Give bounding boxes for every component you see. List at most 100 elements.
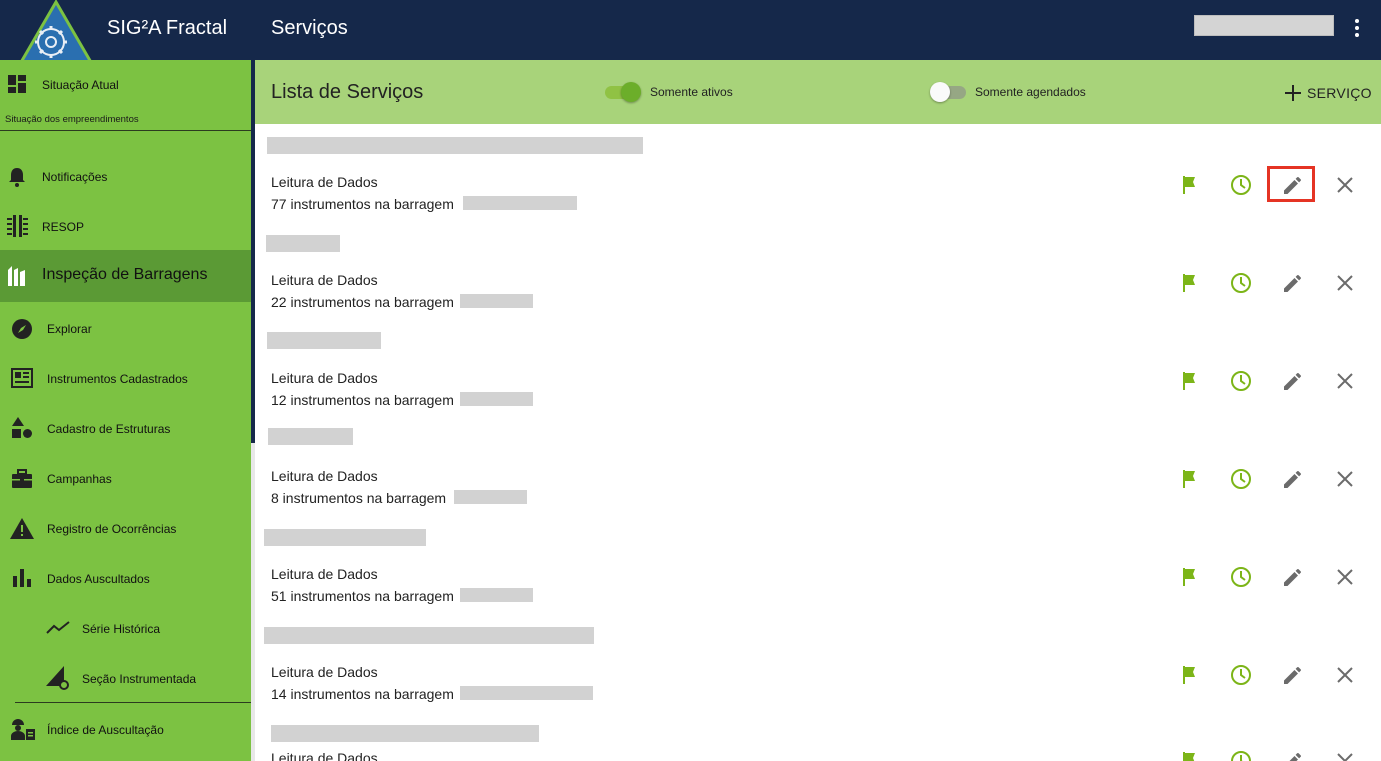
service-type: Leitura de Dados xyxy=(271,664,378,680)
flag-icon[interactable] xyxy=(1177,369,1201,393)
close-icon[interactable] xyxy=(1333,467,1357,491)
close-icon[interactable] xyxy=(1333,565,1357,589)
clock-icon[interactable] xyxy=(1229,173,1253,197)
pencil-icon[interactable] xyxy=(1281,467,1305,491)
service-name-redacted xyxy=(271,725,539,742)
sidebar-item-label: Série Histórica xyxy=(82,622,161,636)
sidebar: Situação Atual Situação dos empreendimen… xyxy=(0,60,251,761)
service-name-redacted xyxy=(264,529,426,546)
service-type: Leitura de Dados xyxy=(271,370,378,386)
sidebar-item-label: Situação Atual xyxy=(42,78,119,92)
service-type: Leitura de Dados xyxy=(271,272,378,288)
page-title: Serviços xyxy=(271,17,348,39)
section-gear-icon xyxy=(46,666,69,690)
plus-icon xyxy=(1285,85,1301,101)
close-icon[interactable] xyxy=(1333,749,1357,761)
service-row[interactable]: Leitura de Dados 22 instrumentos na barr… xyxy=(255,233,1381,331)
sidebar-item-label: Explorar xyxy=(47,322,92,336)
sidebar-item-campanhas[interactable]: Campanhas xyxy=(0,462,251,494)
service-type: Leitura de Dados xyxy=(271,750,378,761)
close-icon[interactable] xyxy=(1333,369,1357,393)
flag-icon[interactable] xyxy=(1177,271,1201,295)
clock-icon[interactable] xyxy=(1229,467,1253,491)
close-icon[interactable] xyxy=(1333,173,1357,197)
pencil-icon[interactable] xyxy=(1281,271,1305,295)
sidebar-item-label: Índice de Auscultação xyxy=(47,723,164,737)
sidebar-item-label: Cadastro de Estruturas xyxy=(47,422,171,436)
list-header: Lista de Serviços Somente ativos Somente… xyxy=(255,60,1381,124)
sidebar-item-secao-instrumentada[interactable]: Seção Instrumentada xyxy=(0,662,251,694)
divider xyxy=(0,130,251,131)
sidebar-item-situacao-atual[interactable]: Situação Atual xyxy=(0,70,251,100)
only-active-label: Somente ativos xyxy=(650,85,733,99)
service-row[interactable]: Leitura de Dados xyxy=(255,723,1381,761)
close-icon[interactable] xyxy=(1333,663,1357,687)
clock-icon[interactable] xyxy=(1229,565,1253,589)
sidebar-item-label: Seção Instrumentada xyxy=(82,672,197,686)
close-icon[interactable] xyxy=(1333,271,1357,295)
flag-icon[interactable] xyxy=(1177,467,1201,491)
service-description: 22 instrumentos na barragem xyxy=(271,294,454,310)
service-row[interactable]: Leitura de Dados 12 instrumentos na barr… xyxy=(255,331,1381,429)
sidebar-item-inspecao-de-barragens[interactable]: Inspeção de Barragens xyxy=(0,250,251,302)
logo-icon[interactable] xyxy=(18,0,94,66)
flag-icon[interactable] xyxy=(1177,663,1201,687)
sidebar-item-instrumentos-cadastrados[interactable]: Instrumentos Cadastrados xyxy=(0,362,251,394)
sidebar-item-label: Notificações xyxy=(42,170,108,184)
compass-icon xyxy=(12,319,32,339)
service-name-redacted xyxy=(266,235,340,252)
briefcase-icon xyxy=(12,469,32,488)
instruments-icon xyxy=(11,368,33,388)
clock-icon[interactable] xyxy=(1229,749,1253,761)
pencil-icon[interactable] xyxy=(1281,663,1305,687)
service-name-redacted xyxy=(268,428,353,445)
only-scheduled-label: Somente agendados xyxy=(975,85,1086,99)
sidebar-item-label: Dados Auscultados xyxy=(47,572,150,586)
dam-name-redacted xyxy=(460,588,533,602)
service-type: Leitura de Dados xyxy=(271,566,378,582)
sidebar-item-label: Instrumentos Cadastrados xyxy=(47,372,188,386)
sidebar-item-label: Campanhas xyxy=(47,472,112,486)
dam-name-redacted xyxy=(460,392,533,406)
flag-icon[interactable] xyxy=(1177,173,1201,197)
only-active-toggle[interactable] xyxy=(605,82,641,102)
sidebar-item-resop[interactable]: RESOP xyxy=(0,210,251,242)
service-type: Leitura de Dados xyxy=(271,174,378,190)
clock-icon[interactable] xyxy=(1229,271,1253,295)
bar-chart-icon xyxy=(13,569,31,587)
sidebar-item-label: RESOP xyxy=(42,220,85,234)
service-row[interactable]: Leitura de Dados 51 instrumentos na barr… xyxy=(255,527,1381,625)
service-name-redacted xyxy=(267,332,381,349)
service-row[interactable]: Leitura de Dados 77 instrumentos na barr… xyxy=(255,135,1381,233)
clock-icon[interactable] xyxy=(1229,369,1253,393)
service-name-redacted xyxy=(264,627,594,644)
sidebar-item-serie-historica[interactable]: Série Histórica xyxy=(0,612,251,644)
sidebar-item-registro-de-ocorrencias[interactable]: Registro de Ocorrências xyxy=(0,512,251,544)
sidebar-item-dados-auscultados[interactable]: Dados Auscultados xyxy=(0,562,251,594)
flag-icon[interactable] xyxy=(1177,749,1201,761)
service-row[interactable]: Leitura de Dados 8 instrumentos na barra… xyxy=(255,428,1381,527)
pencil-icon[interactable] xyxy=(1281,369,1305,393)
user-name-redacted[interactable] xyxy=(1194,15,1334,36)
service-description: 77 instrumentos na barragem xyxy=(271,196,454,212)
sidebar-item-indice-de-auscultacao[interactable]: Índice de Auscultação xyxy=(0,713,251,745)
sidebar-item-explorar[interactable]: Explorar xyxy=(0,312,251,344)
dam-name-redacted xyxy=(460,686,593,700)
sidebar-item-cadastro-de-estruturas[interactable]: Cadastro de Estruturas xyxy=(0,412,251,444)
dam-name-redacted xyxy=(460,294,533,308)
sidebar-item-label: Registro de Ocorrências xyxy=(47,522,177,536)
add-service-button[interactable]: SERVIÇO xyxy=(1285,82,1372,104)
sidebar-item-label: Inspeção de Barragens xyxy=(42,266,208,283)
service-type: Leitura de Dados xyxy=(271,468,378,484)
engineer-icon xyxy=(11,719,35,740)
pencil-icon[interactable] xyxy=(1281,565,1305,589)
flag-icon[interactable] xyxy=(1177,565,1201,589)
more-options-icon[interactable] xyxy=(1345,16,1369,40)
pencil-icon[interactable] xyxy=(1281,749,1305,761)
edit-highlight-box xyxy=(1267,166,1315,202)
sidebar-item-notificacoes[interactable]: Notificações xyxy=(0,160,251,192)
sidebar-item-subtitle: Situação dos empreendimentos xyxy=(5,114,139,125)
only-scheduled-toggle[interactable] xyxy=(930,82,966,102)
service-row[interactable]: Leitura de Dados 14 instrumentos na barr… xyxy=(255,625,1381,723)
clock-icon[interactable] xyxy=(1229,663,1253,687)
